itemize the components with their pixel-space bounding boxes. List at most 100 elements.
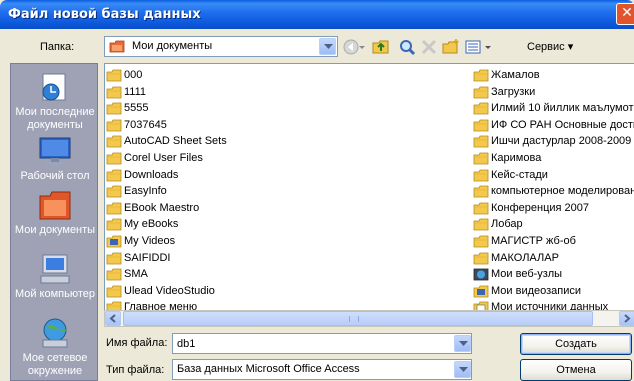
file-item[interactable]: Конференция 2007: [473, 200, 634, 217]
file-item[interactable]: МАКОЛАЛАР: [473, 250, 634, 267]
file-item[interactable]: Лобар: [473, 216, 634, 233]
folder-icon: [106, 252, 122, 264]
folder-icon: [473, 169, 489, 181]
folder-icon: [106, 135, 122, 148]
file-item[interactable]: Кейс-стади: [473, 167, 634, 184]
file-item[interactable]: Мои видеозаписи: [473, 283, 634, 300]
folder-icon: [106, 218, 122, 231]
close-button[interactable]: ✕: [616, 3, 634, 25]
file-item[interactable]: AutoCAD Sheet Sets: [106, 133, 227, 150]
file-item[interactable]: My Videos: [106, 233, 227, 250]
file-name: AutoCAD Sheet Sets: [124, 135, 227, 148]
video-folder-icon: [473, 285, 489, 298]
file-item[interactable]: Downloads: [106, 167, 227, 184]
file-item[interactable]: Илмий 10 йиллик маълумот: [473, 100, 634, 117]
new-database-dialog: Файл новой базы данных ✕ Папка: Мои доку…: [0, 0, 634, 381]
file-name: Мои веб-узлы: [491, 268, 563, 281]
file-item[interactable]: Загрузки: [473, 84, 634, 101]
folder-icon: [473, 102, 489, 115]
file-item[interactable]: Ишчи дастурлар 2008-2009: [473, 133, 634, 150]
scroll-thumb[interactable]: [123, 311, 593, 326]
file-name: 1111: [124, 85, 147, 98]
place-desktop[interactable]: Рабочий стол: [11, 134, 99, 183]
file-item[interactable]: ИФ СО РАН Основные достиж: [473, 117, 634, 134]
place-network[interactable]: Мое сетевое окружение: [11, 316, 99, 378]
views-icon[interactable]: [464, 38, 482, 56]
scroll-left-button[interactable]: [105, 311, 121, 326]
file-item[interactable]: компьютерное моделирован: [473, 183, 634, 200]
folder-icon: [473, 135, 489, 148]
place-my-computer[interactable]: Мой компьютер: [11, 252, 99, 301]
file-item[interactable]: SMA: [106, 266, 227, 283]
place-label: Мои последние документы: [15, 106, 95, 131]
filetype-select[interactable]: База данных Microsoft Office Access: [172, 359, 472, 380]
file-item[interactable]: Жамалов: [473, 67, 634, 84]
file-name: My eBooks: [124, 218, 179, 231]
file-list[interactable]: 000 1111 5555 7037645 AutoCAD Sheet Sets Core…: [104, 63, 634, 311]
place-label: Мое сетевое окружение: [22, 352, 88, 377]
file-item[interactable]: 1111: [106, 84, 227, 101]
file-item[interactable]: SAIFIDDI: [106, 250, 227, 267]
create-button[interactable]: Создать: [520, 333, 632, 355]
folder-icon: [106, 152, 122, 165]
file-item[interactable]: Ulead VideoStudio: [106, 283, 227, 300]
file-name: Мои видеозаписи: [491, 284, 582, 297]
chevron-down-icon[interactable]: [454, 335, 471, 352]
file-name: EasyInfo: [124, 185, 167, 198]
up-folder-icon[interactable]: [372, 38, 390, 56]
service-menu[interactable]: Сервис ▾: [527, 40, 573, 53]
my-computer-icon: [40, 254, 70, 284]
desktop-icon: [39, 137, 71, 165]
folder-icon: [106, 185, 122, 198]
folder-icon: [106, 86, 122, 98]
file-name: My Videos: [124, 234, 176, 247]
file-name: Ulead VideoStudio: [124, 284, 215, 297]
file-name: Конференция 2007: [491, 201, 590, 214]
file-item[interactable]: EBook Maestro: [106, 200, 227, 217]
filename-input[interactable]: [172, 333, 472, 354]
scroll-right-button[interactable]: [619, 311, 634, 326]
folder-icon: [473, 69, 489, 82]
views-dropdown-icon[interactable]: [484, 38, 492, 56]
folder-label: Папка:: [40, 41, 75, 53]
place-label: Мой компьютер: [14, 288, 96, 300]
file-item[interactable]: EasyInfo: [106, 183, 227, 200]
location-value: Мои документы: [132, 40, 213, 52]
file-item[interactable]: Corel User Files: [106, 150, 227, 167]
file-name: Кейс-стади: [491, 168, 548, 181]
file-item[interactable]: 5555: [106, 100, 227, 117]
place-label: Мои документы: [14, 224, 96, 236]
folder-icon: [473, 119, 489, 132]
folder-icon: [473, 235, 489, 248]
arrow-right-icon: [624, 314, 631, 323]
new-folder-icon[interactable]: [442, 38, 460, 56]
delete-icon[interactable]: [420, 38, 438, 56]
file-item[interactable]: 7037645: [106, 117, 227, 134]
file-item[interactable]: Мои веб-узлы: [473, 266, 634, 283]
file-item[interactable]: My eBooks: [106, 216, 227, 233]
horizontal-scrollbar[interactable]: [104, 310, 634, 327]
file-name: SMA: [124, 268, 148, 281]
folder-icon: [106, 268, 122, 281]
chevron-down-icon[interactable]: [454, 361, 471, 378]
file-name: Corel User Files: [124, 151, 203, 164]
back-dropdown-icon[interactable]: [358, 38, 366, 56]
file-item[interactable]: МАГИСТР жб-об: [473, 233, 634, 250]
location-dropdown[interactable]: Мои документы: [104, 36, 338, 57]
file-column-left: 000 1111 5555 7037645 AutoCAD Sheet Sets Core…: [106, 67, 227, 310]
file-name: EBook Maestro: [124, 201, 200, 214]
cancel-button[interactable]: Отмена: [520, 359, 632, 381]
search-web-icon[interactable]: [398, 38, 416, 56]
chevron-down-icon[interactable]: [319, 38, 336, 55]
filetype-value: База данных Microsoft Office Access: [177, 363, 360, 375]
place-my-documents[interactable]: Мои документы: [11, 188, 99, 237]
title-bar[interactable]: Файл новой базы данных ✕: [0, 0, 634, 29]
video-folder-icon: [106, 235, 122, 248]
file-item[interactable]: Каримова: [473, 150, 634, 167]
file-name: МАГИСТР жб-об: [491, 234, 576, 247]
file-name: компьютерное моделирован: [491, 185, 634, 198]
place-recent-documents[interactable]: Мои последние документы: [11, 70, 99, 132]
folder-icon: [106, 285, 122, 298]
places-bar: Мои последние документы Рабочий стол Мои…: [10, 63, 98, 381]
file-item[interactable]: 000: [106, 67, 227, 84]
